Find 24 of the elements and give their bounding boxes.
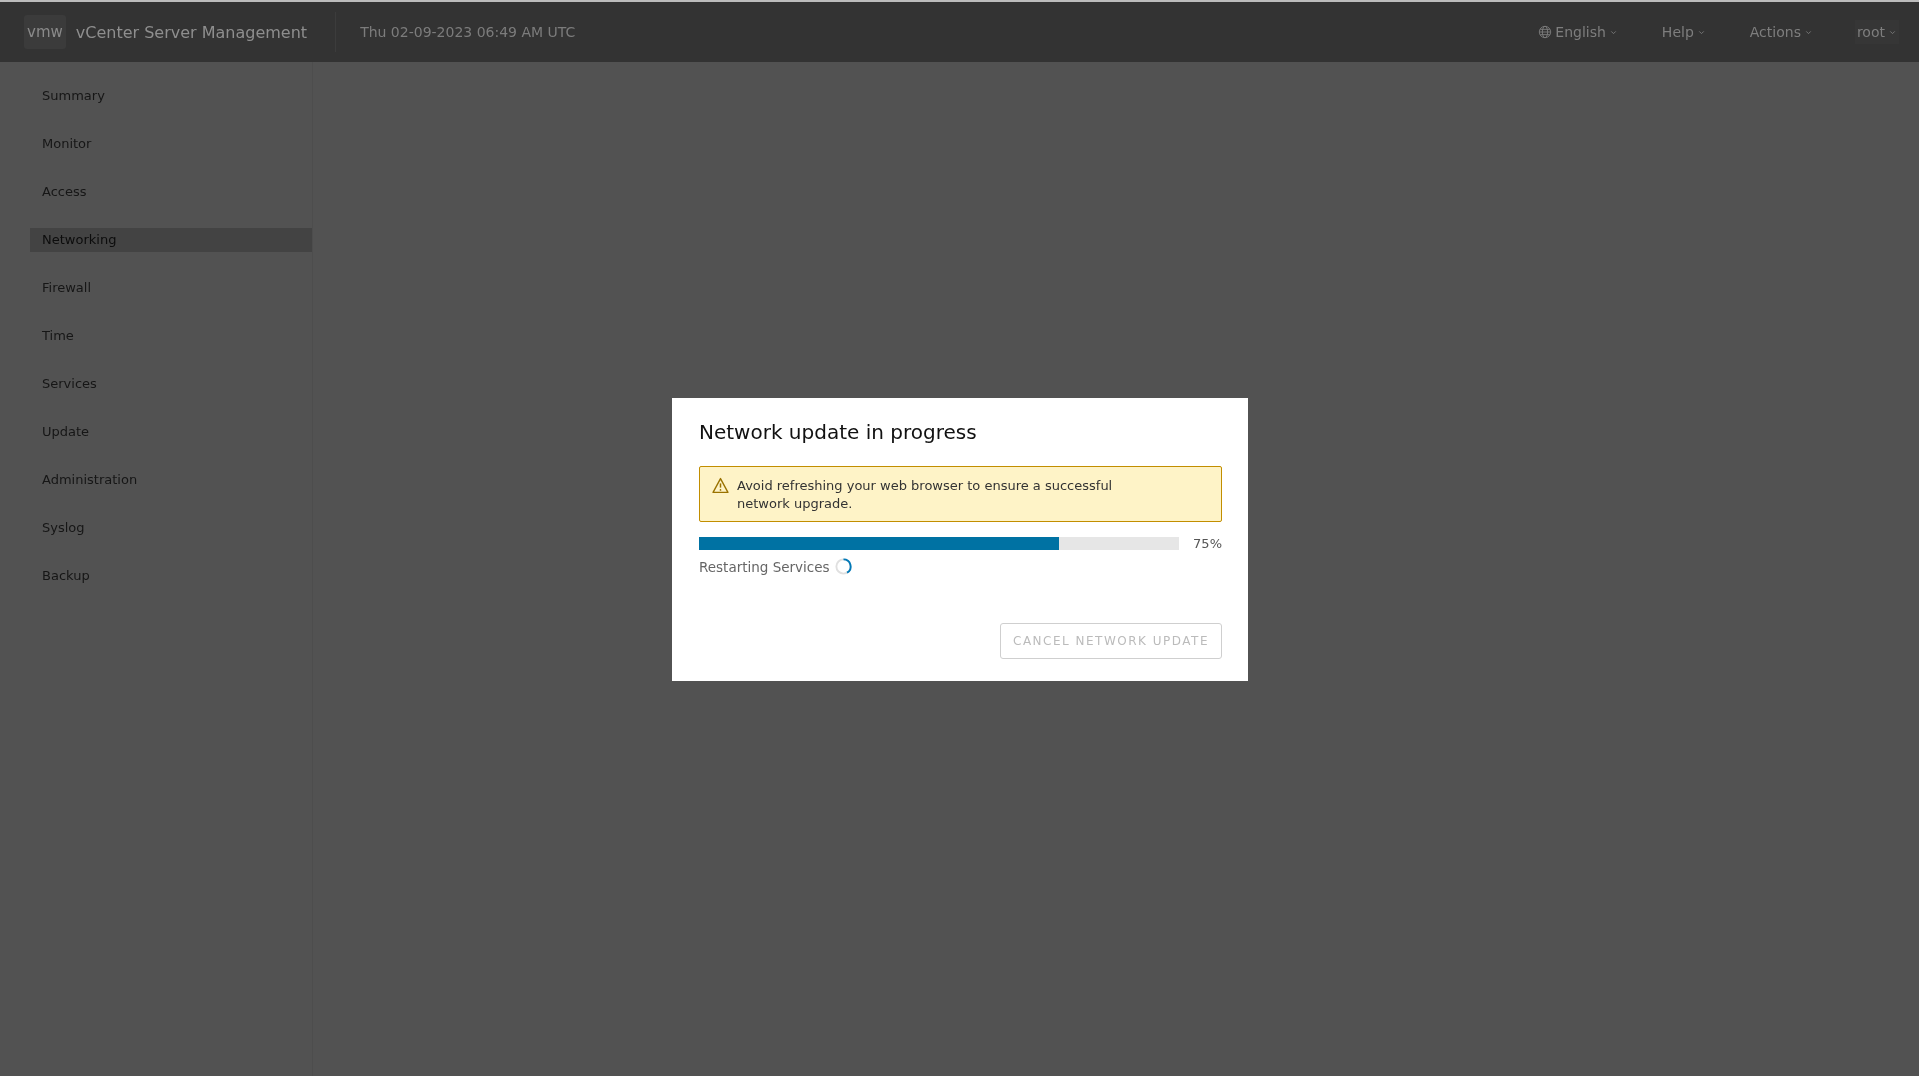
globe-icon	[1538, 25, 1553, 39]
date-time: Thu 02-09-2023 06:49 AM UTC	[360, 24, 576, 40]
status-text: Restarting Services	[699, 558, 830, 575]
sidebar-item[interactable]: Administration	[30, 468, 312, 492]
sidebar-item[interactable]: Services	[30, 372, 312, 396]
warning-icon	[712, 477, 729, 494]
sidebar-item[interactable]: Update	[30, 420, 312, 444]
spinner-icon	[833, 557, 853, 576]
alert-text: Avoid refreshing your web browser to ensure a successful network upgrade.	[737, 477, 1114, 513]
sidebar-item[interactable]: Syslog	[30, 516, 312, 540]
progress-percent: 75%	[1193, 536, 1222, 551]
sidebar-item[interactable]: Backup	[30, 564, 312, 588]
app-title: vCenter Server Management	[75, 22, 308, 42]
menu-button[interactable]: Actions	[1747, 20, 1815, 44]
menu-button[interactable]: English	[1536, 20, 1620, 44]
logo: vmw	[24, 15, 66, 49]
sidebar-item[interactable]: Networking	[30, 228, 312, 252]
sidebar-item[interactable]: Firewall	[30, 276, 312, 300]
sidebar-item[interactable]: Monitor	[30, 132, 312, 156]
sidebar-item[interactable]: Access	[30, 180, 312, 204]
menu-button[interactable]: Help	[1659, 20, 1708, 44]
sidebar-item[interactable]: Summary	[30, 84, 312, 108]
sidebar-item[interactable]: Time	[30, 324, 312, 348]
dialog-title: Network update in progress	[699, 420, 978, 444]
